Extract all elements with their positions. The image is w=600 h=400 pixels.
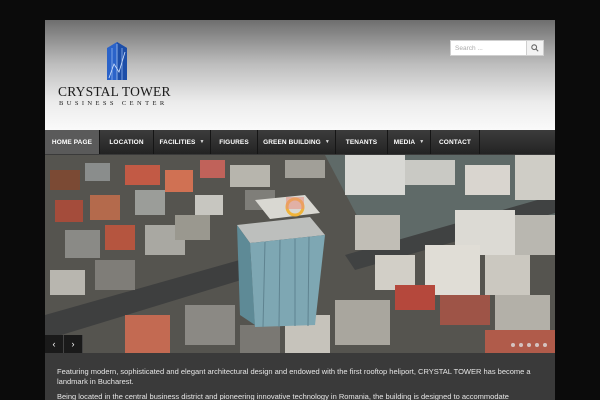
intro-paragraph-1: Featuring modern, sophisticated and eleg… [57,367,531,386]
intro-paragraph-2: Being located in the central business di… [57,392,509,400]
website-frame: CRYSTAL TOWER BUSINESS CENTER HOME PAGE … [45,20,555,400]
intro-text: Featuring modern, sophisticated and eleg… [57,367,547,400]
nav-label: LOCATION [109,138,144,146]
chevron-down-icon: ▼ [324,139,330,145]
nav-label: GREEN BUILDING [263,138,321,146]
site-header: CRYSTAL TOWER BUSINESS CENTER [45,20,555,130]
nav-label: CONTACT [439,138,471,146]
slider-dot[interactable] [511,343,515,347]
tower-logo-icon [107,42,127,80]
nav-item-tenants[interactable]: TENANTS [336,130,388,154]
search-input[interactable] [451,42,526,54]
slider-nav: ‹ › [45,335,83,353]
nav-label: TENANTS [345,138,378,146]
nav-label: FACILITIES [159,138,196,146]
nav-label: FIGURES [219,138,249,146]
slider-prev-button[interactable]: ‹ [45,335,64,353]
slider-next-button[interactable]: › [64,335,83,353]
slider-dots [511,343,547,347]
main-nav: HOME PAGE LOCATION FACILITIES ▼ FIGURES … [45,130,555,154]
logo-subtitle: BUSINESS CENTER [59,100,168,107]
nav-item-facilities[interactable]: FACILITIES ▼ [154,130,211,154]
logo-title: CRYSTAL TOWER [58,84,171,99]
nav-label: MEDIA [393,138,416,146]
search-button[interactable] [526,41,543,55]
chevron-right-icon: › [71,339,75,349]
nav-item-media[interactable]: MEDIA ▼ [388,130,431,154]
slider-dot[interactable] [519,343,523,347]
slider-dot[interactable] [535,343,539,347]
nav-item-figures[interactable]: FIGURES [211,130,258,154]
slider-dot[interactable] [527,343,531,347]
chevron-down-icon: ▼ [419,139,425,145]
search-box [450,40,544,56]
nav-item-location[interactable]: LOCATION [100,130,154,154]
aerial-city-photo [45,155,555,353]
nav-label: HOME PAGE [51,138,93,146]
nav-item-home-page[interactable]: HOME PAGE [45,130,100,154]
image-slider[interactable]: ‹ › [45,155,555,353]
nav-item-contact[interactable]: CONTACT [431,130,480,154]
chevron-down-icon: ▼ [199,139,205,145]
chevron-left-icon: ‹ [52,339,56,349]
nav-item-green-building[interactable]: GREEN BUILDING ▼ [258,130,336,154]
search-icon [531,44,539,52]
slider-dot[interactable] [543,343,547,347]
